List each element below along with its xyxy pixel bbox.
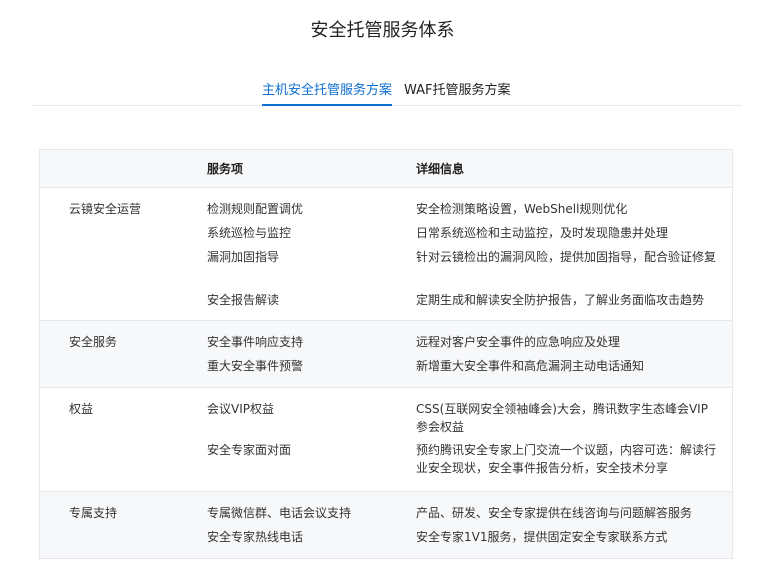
service-item: 会议VIP权益 xyxy=(207,402,274,416)
tab-bar: 主机安全托管服务方案 WAF托管服务方案 xyxy=(32,82,742,106)
service-detail: 预约腾讯安全专家上门交流一个议题，内容可选：解读行业安全现状，安全事件报告分析，… xyxy=(416,443,717,475)
service-item: 安全事件响应支持 xyxy=(207,335,304,349)
service-detail: 产品、研发、安全专家提供在线咨询与问题解答服务 xyxy=(416,506,693,520)
table-header: 服务项 详细信息 xyxy=(40,150,732,188)
service-detail: 针对云镜检出的漏洞风险，提供加固指导，配合验证修复 xyxy=(416,250,717,264)
service-item: 检测规则配置调优 xyxy=(207,202,304,216)
group-name: 权益 xyxy=(69,402,94,416)
service-detail: 日常系统巡检和主动监控，及时发现隐患并处理 xyxy=(416,226,669,240)
service-detail: 安全专家1V1服务，提供固定安全专家联系方式 xyxy=(416,530,668,544)
service-item: 重大安全事件预警 xyxy=(207,359,304,373)
page-title: 安全托管服务体系 xyxy=(310,20,455,41)
table-group: 专属支持 专属微信群、电话会议支持 产品、研发、安全专家提供在线咨询与问题解答服… xyxy=(40,492,732,558)
table-group: 云镜安全运营 检测规则配置调优 安全检测策略设置，WebShell规则优化 系统… xyxy=(40,188,732,321)
service-table: 服务项 详细信息 云镜安全运营 检测规则配置调优 安全检测策略设置，WebShe… xyxy=(39,149,733,559)
header-service-item: 服务项 xyxy=(207,162,244,176)
header-detail: 详细信息 xyxy=(416,162,465,176)
table-group: 权益 会议VIP权益 CSS(互联网安全领袖峰会)大会，腾讯数字生态峰会VIP参… xyxy=(40,388,732,492)
service-detail: 定期生成和解读安全防护报告，了解业务面临攻击趋势 xyxy=(416,293,705,307)
service-item: 漏洞加固指导 xyxy=(207,250,280,264)
service-item: 安全专家热线电话 xyxy=(207,530,304,544)
service-item: 安全报告解读 xyxy=(207,293,280,307)
service-detail: 新增重大安全事件和高危漏洞主动电话通知 xyxy=(416,359,645,373)
table-group: 安全服务 安全事件响应支持 远程对客户安全事件的应急响应及处理 重大安全事件预警… xyxy=(40,321,732,388)
group-name: 云镜安全运营 xyxy=(69,202,142,216)
tab-waf[interactable]: WAF托管服务方案 xyxy=(404,82,511,104)
service-detail: 远程对客户安全事件的应急响应及处理 xyxy=(416,335,621,349)
group-name: 安全服务 xyxy=(69,335,118,349)
service-detail: 安全检测策略设置，WebShell规则优化 xyxy=(416,202,628,216)
group-name: 专属支持 xyxy=(69,506,118,520)
service-detail: CSS(互联网安全领袖峰会)大会，腾讯数字生态峰会VIP参会权益 xyxy=(416,402,708,434)
service-item: 系统巡检与监控 xyxy=(207,226,292,240)
tab-host-security[interactable]: 主机安全托管服务方案 xyxy=(262,82,393,106)
service-item: 专属微信群、电话会议支持 xyxy=(207,506,352,520)
service-item: 安全专家面对面 xyxy=(207,443,292,457)
